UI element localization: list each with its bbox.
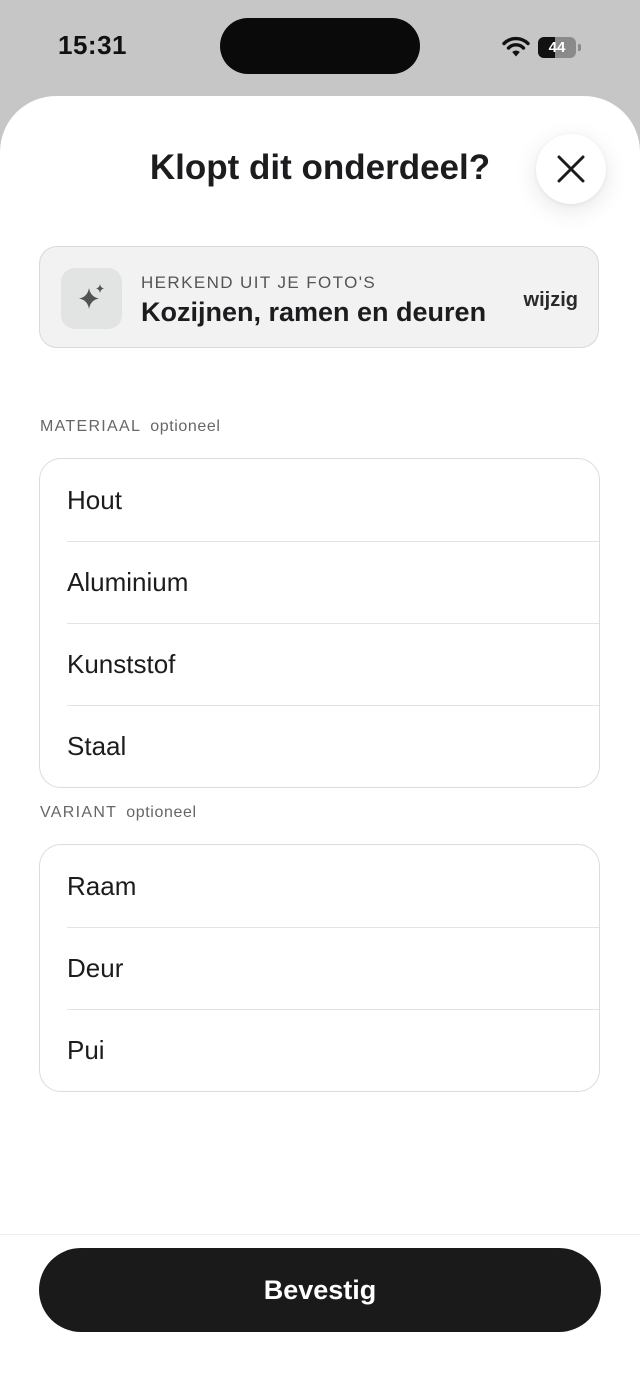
status-bar: 15:31 44 [0,0,640,96]
close-button[interactable] [536,134,606,204]
change-button[interactable]: wijzig [524,289,578,312]
battery-level: 44 [548,39,566,56]
status-time: 15:31 [58,30,127,60]
bottom-sheet: Klopt dit onderdeel? HERKEND UIT JE FOTO… [0,96,640,1388]
variant-section-label: VARIANT optioneel [40,804,197,822]
variant-optional-label: optioneel [126,804,197,821]
variant-option-deur[interactable]: Deur [40,927,599,1009]
material-option-staal[interactable]: Staal [40,705,599,787]
recognized-category-card: HERKEND UIT JE FOTO'S Kozijnen, ramen en… [39,246,599,348]
sparkle-icon-box [61,268,122,329]
material-option-hout[interactable]: Hout [40,459,599,541]
recognized-label: HERKEND UIT JE FOTO'S [141,273,377,292]
footer-divider [0,1234,640,1235]
variant-option-pui[interactable]: Pui [40,1009,599,1091]
sparkle-icon [79,284,104,309]
material-label: MATERIAAL [40,418,142,435]
variant-option-raam[interactable]: Raam [40,845,599,927]
variant-label: VARIANT [40,804,118,821]
confirm-button[interactable]: Bevestig [39,1248,601,1332]
wifi-icon [502,36,530,57]
close-icon [557,155,585,183]
dynamic-island [220,18,420,74]
recognized-value: Kozijnen, ramen en deuren [141,297,487,327]
variant-options: Raam Deur Pui [39,844,600,1092]
battery-cap [578,44,581,51]
battery-body: 44 [538,37,576,58]
material-option-aluminium[interactable]: Aluminium [40,541,599,623]
material-option-kunststof[interactable]: Kunststof [40,623,599,705]
battery-icon: 44 [538,37,581,58]
material-optional-label: optioneel [150,418,221,435]
material-options: Hout Aluminium Kunststof Staal [39,458,600,788]
material-section-label: MATERIAAL optioneel [40,418,221,436]
